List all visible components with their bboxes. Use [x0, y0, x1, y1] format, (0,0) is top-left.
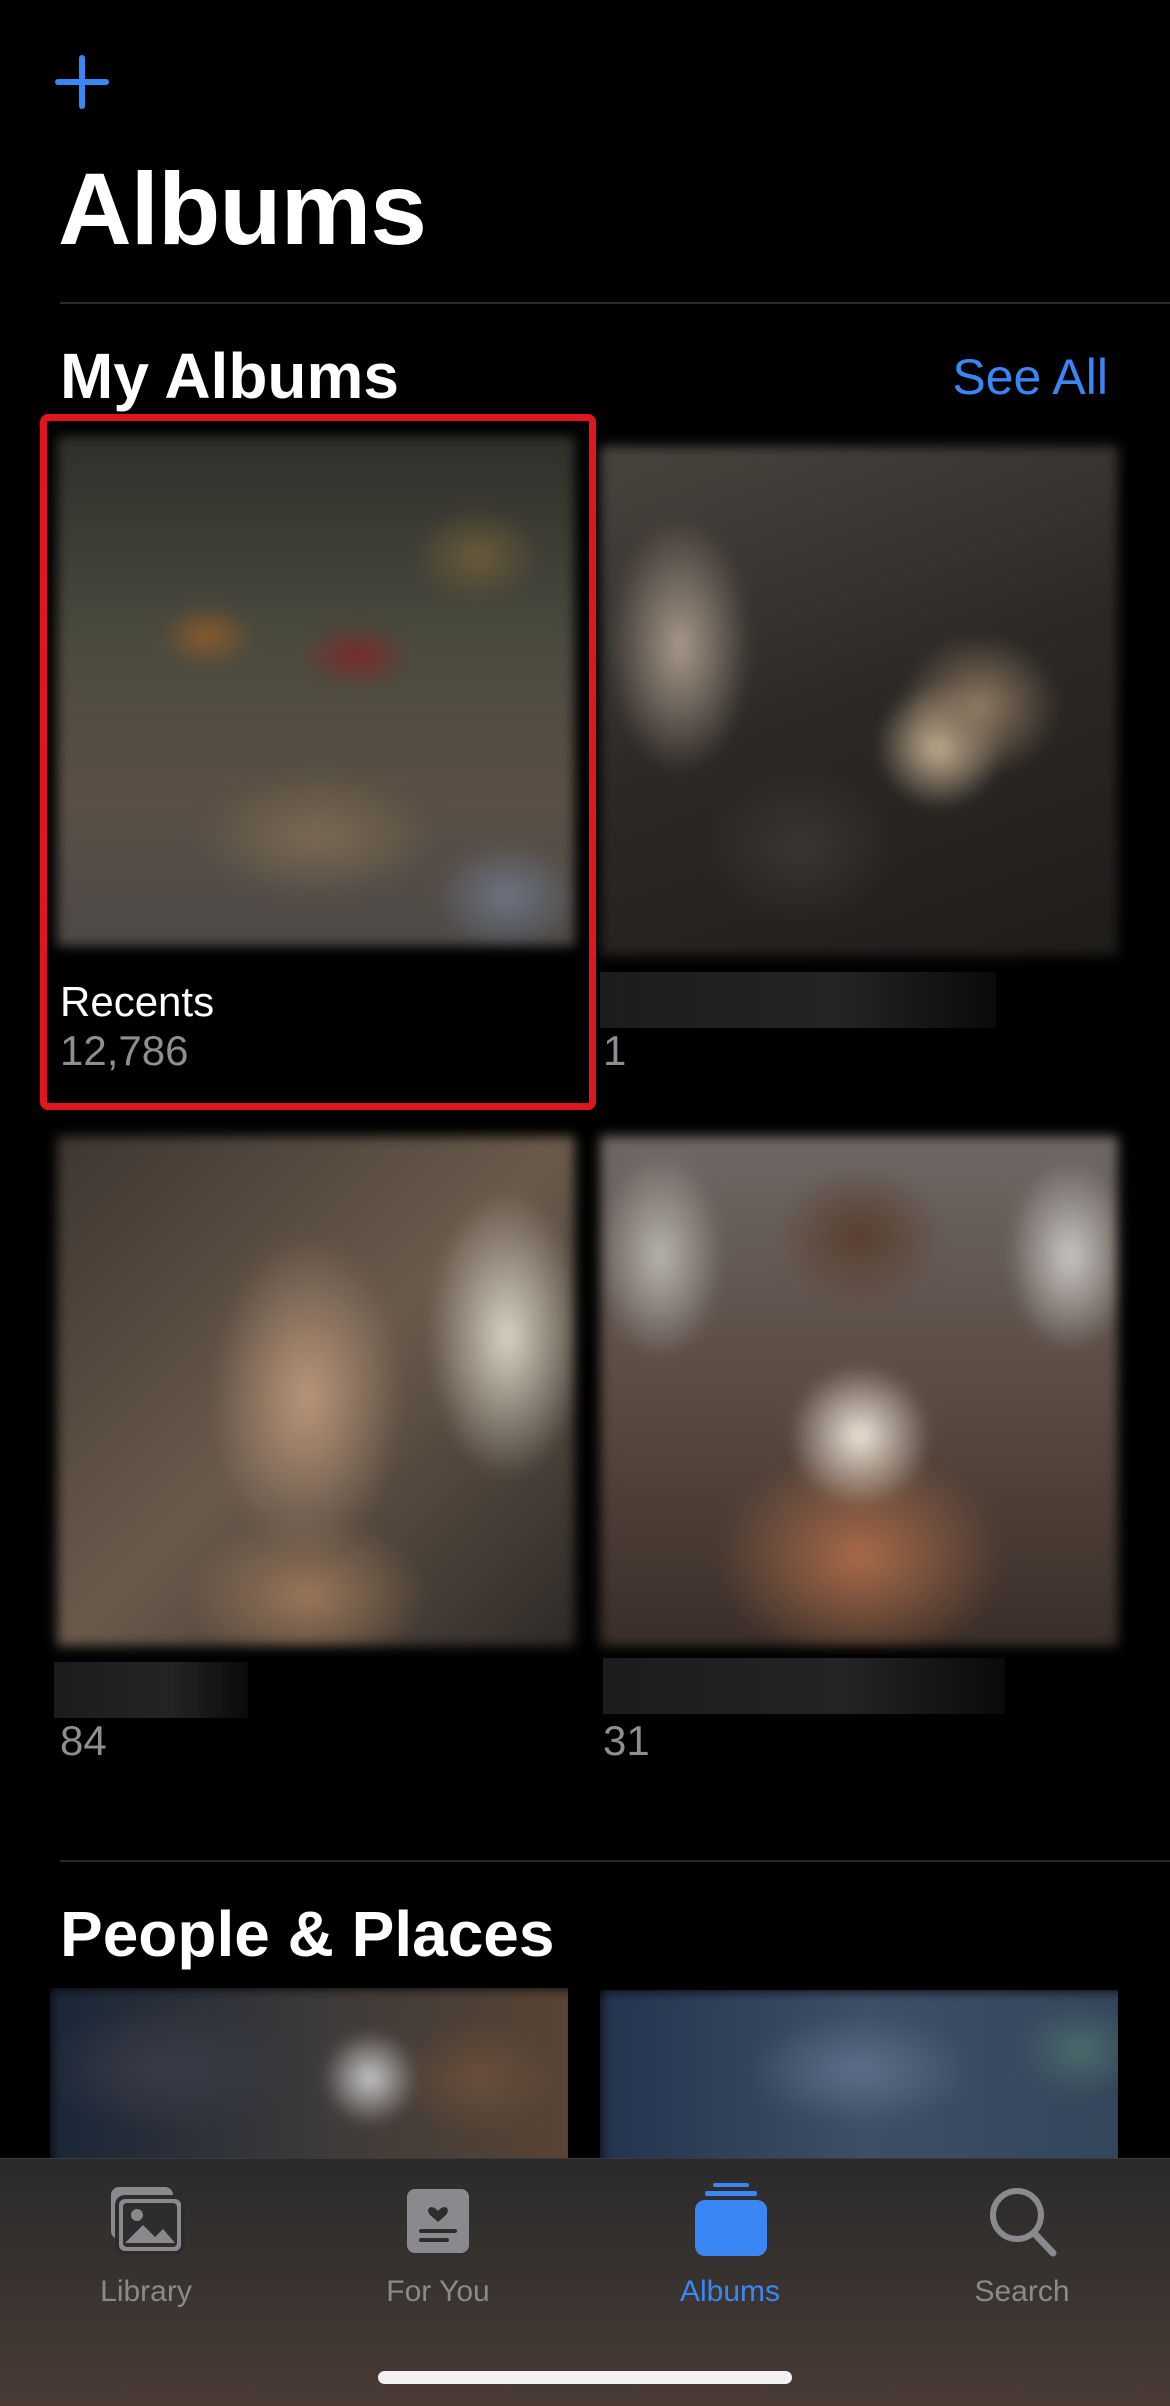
section-divider [60, 1860, 1170, 1862]
album-thumbnail [57, 436, 575, 946]
people-places-heading: People & Places [60, 1898, 555, 1970]
tab-albums[interactable]: Albums [584, 2181, 876, 2321]
my-albums-heading: My Albums [60, 340, 399, 412]
home-indicator[interactable] [378, 2371, 792, 2384]
album-thumbnail [57, 1136, 575, 1646]
tab-label: Library [100, 2275, 192, 2308]
tab-bar: Library For You Albums Search [0, 2158, 1170, 2406]
tab-label: For You [386, 2275, 490, 2308]
album-count: 1 [603, 1027, 627, 1074]
tab-for-you[interactable]: For You [292, 2181, 584, 2321]
album-thumbnail [600, 1136, 1118, 1646]
tab-label: Albums [679, 2275, 781, 2308]
see-all-link[interactable]: See All [952, 352, 1108, 402]
redacted-album-title [54, 1662, 248, 1718]
redacted-album-title [603, 1658, 1005, 1714]
places-tile[interactable] [600, 1990, 1118, 2158]
album-count: 12,786 [60, 1027, 189, 1074]
album-count: 31 [603, 1717, 650, 1764]
page-title: Albums [58, 152, 427, 266]
people-tile[interactable] [50, 1988, 568, 2158]
album-count: 84 [60, 1717, 107, 1764]
album-thumbnail [600, 446, 1118, 956]
albums-stack-icon [695, 2183, 767, 2256]
places-thumbnail [600, 1990, 1118, 2158]
tab-library[interactable]: Library [0, 2181, 292, 2321]
for-you-icon [407, 2189, 469, 2253]
photo-library-icon [111, 2187, 185, 2255]
tab-search[interactable]: Search [876, 2181, 1168, 2321]
album-title: Recents [60, 978, 215, 1025]
redacted-album-title [600, 972, 996, 1028]
tab-label: Search [974, 2275, 1070, 2308]
add-album-button[interactable] [52, 52, 112, 112]
albums-screen: Albums My Albums See All Recents 12,786 … [0, 0, 1170, 2406]
search-icon [990, 2188, 1057, 2257]
people-thumbnail [50, 1988, 568, 2158]
title-divider [60, 302, 1170, 304]
